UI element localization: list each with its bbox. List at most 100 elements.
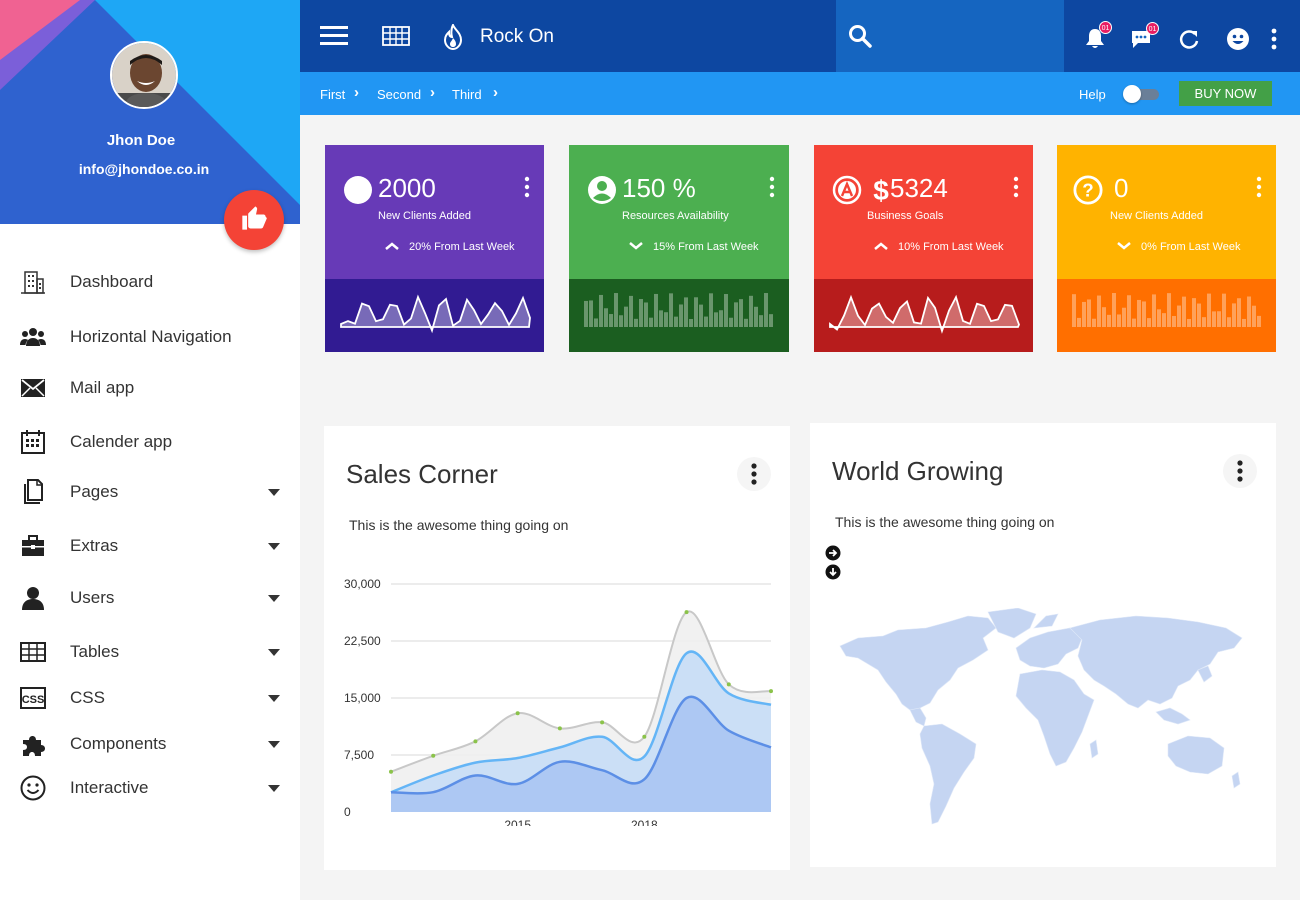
building-icon (19, 268, 47, 296)
sidebar-item-horizontal-navigation[interactable]: Horizontal Navigation (0, 317, 300, 357)
search-box[interactable] (836, 0, 1064, 72)
sidebar-item-extras[interactable]: Extras (0, 526, 300, 566)
spark-bar (649, 317, 653, 327)
sidebar-item-pages[interactable]: Pages (0, 472, 300, 512)
breadcrumb-item-second[interactable]: Second (377, 87, 421, 102)
buy-now-button[interactable]: BUY NOW (1179, 81, 1272, 106)
sidebar-item-css[interactable]: CSS CSS (0, 678, 300, 718)
stat-value: 5324 (890, 173, 948, 203)
more-vert-icon[interactable] (1254, 175, 1264, 199)
sidebar-item-interactive[interactable]: Interactive (0, 768, 300, 808)
stat-trend-text: 20% From Last Week (409, 241, 515, 253)
spark-bar (1212, 311, 1216, 327)
spark-bar (1127, 295, 1131, 327)
spark-bar (1162, 313, 1166, 327)
spark-bar (1232, 303, 1236, 327)
more-vert-icon[interactable] (767, 175, 777, 199)
y-tick-label: 22,500 (344, 634, 381, 648)
sparkbars (569, 279, 789, 352)
spark-bar (689, 318, 693, 327)
spark-bar (1082, 301, 1086, 327)
data-point (684, 610, 689, 615)
spark-bar (1097, 295, 1101, 327)
avatar[interactable] (110, 41, 178, 109)
help-circle-icon: ? (1073, 175, 1103, 205)
more-vert-icon[interactable] (522, 175, 532, 199)
spark-bar (1072, 294, 1076, 327)
spark-bar (674, 316, 678, 327)
spark-bar (1202, 317, 1206, 327)
arrow-right-circle-icon[interactable] (825, 545, 841, 561)
spark-bar (679, 304, 683, 327)
spark-bar (1177, 305, 1181, 327)
bell-icon[interactable]: 01 (1085, 21, 1112, 50)
data-point (642, 734, 647, 739)
chevron-right-icon: › (354, 84, 359, 101)
breadcrumb-item-third[interactable]: Third (452, 87, 482, 102)
y-tick-label: 7,500 (344, 748, 374, 762)
sidebar-item-label: Components (70, 734, 167, 753)
refresh-icon[interactable] (1178, 28, 1200, 50)
stat-label: Business Goals (867, 210, 944, 222)
spark-bar (1242, 318, 1246, 327)
panel-subtitle: This is the awesome thing going on (349, 517, 569, 533)
chevron-down-icon (268, 694, 280, 702)
svg-text:?: ? (1082, 180, 1093, 201)
chat-icon[interactable]: 01 (1130, 22, 1159, 49)
stat-trend-text: 0% From Last Week (1141, 241, 1241, 253)
spark-bar (1142, 301, 1146, 327)
world-map (839, 608, 1243, 825)
stat-trend: 0% From Last Week (1117, 241, 1240, 253)
account-circle-icon (587, 175, 617, 205)
stat-card-clients: 2000 New Clients Added 20% From Last Wee… (325, 145, 544, 352)
spark-bar (1237, 298, 1241, 327)
stat-value: 2000 (378, 173, 436, 203)
sidebar-item-tables[interactable]: Tables (0, 632, 300, 672)
circle-icon (343, 175, 373, 205)
more-vert-icon[interactable] (1011, 175, 1021, 199)
spark-bar (1187, 318, 1191, 327)
sidebar-item-users[interactable]: Users (0, 578, 300, 618)
sidebar-item-mail-app[interactable]: Mail app (0, 368, 300, 408)
spark-bar (589, 300, 593, 327)
spark-bar (659, 310, 663, 327)
sidebar-item-dashboard[interactable]: Dashboard (0, 262, 300, 302)
y-tick-label: 15,000 (344, 691, 381, 705)
breadcrumb: First › Second › Third › Help BUY NOW (300, 72, 1300, 115)
more-vert-icon[interactable] (737, 457, 771, 491)
stat-trend: 20% From Last Week (385, 241, 515, 253)
sidebar: Jhon Doe info@jhondoe.co.in Dashboard Ho… (0, 0, 300, 900)
spark-bar (664, 312, 668, 327)
emoji-icon[interactable] (1226, 27, 1250, 51)
spark-bar (699, 304, 703, 327)
spark-bar (1112, 293, 1116, 327)
spark-bar (709, 293, 713, 327)
sidebar-item-calender-app[interactable]: Calender app (0, 422, 300, 462)
like-button[interactable] (224, 190, 284, 250)
sales-area-chart: 30,000 22,500 15,000 7,500 0 2015 2018 (344, 577, 773, 826)
more-vert-icon[interactable] (1270, 27, 1278, 51)
sidebar-item-label: Mail app (70, 378, 135, 397)
stat-trend: 10% From Last Week (874, 241, 1004, 253)
spark-bar (609, 314, 613, 327)
spark-bar (1137, 299, 1141, 327)
spark-bar (1122, 307, 1126, 327)
users-group-icon (19, 323, 47, 351)
search-icon[interactable] (848, 24, 872, 48)
chevron-down-icon (268, 542, 280, 550)
arrow-down-circle-icon[interactable] (825, 564, 841, 580)
table-icon (19, 638, 47, 666)
spark-bar (639, 299, 643, 327)
thumbs-up-icon (240, 204, 268, 237)
more-vert-icon[interactable] (1223, 454, 1257, 488)
sidebar-item-components[interactable]: Components (0, 724, 300, 764)
help-toggle[interactable] (1123, 85, 1163, 103)
spark-bar (1257, 315, 1261, 327)
spark-bar (729, 317, 733, 327)
hamburger-menu-icon[interactable] (320, 24, 348, 48)
sparkline (325, 279, 544, 352)
sidebar-item-label: Dashboard (70, 272, 154, 291)
profile-name: Jhon Doe (106, 132, 176, 149)
grid-table-icon[interactable] (382, 26, 410, 46)
breadcrumb-item-first[interactable]: First (320, 87, 345, 102)
